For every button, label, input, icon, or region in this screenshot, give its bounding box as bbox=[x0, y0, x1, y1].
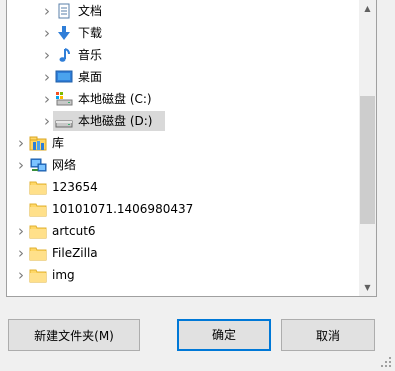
tree-item[interactable]: › 本地磁盘 (D:) bbox=[7, 110, 357, 132]
tree-item[interactable]: › img bbox=[7, 264, 357, 286]
tree-item-label: 音乐 bbox=[78, 48, 103, 62]
tree-item-label: 123654 bbox=[52, 180, 98, 194]
folder-tree[interactable]: › 文档 › 下载 › 音乐 › 桌面 › 本地磁盘 (C:) › 本地磁盘 (D:) › 库 › 网络 123… bbox=[6, 0, 377, 297]
music-icon bbox=[55, 47, 73, 63]
resize-grip-icon[interactable] bbox=[380, 356, 392, 368]
document-icon bbox=[55, 3, 73, 19]
expand-chevron-icon[interactable]: › bbox=[15, 220, 27, 242]
tree-item[interactable]: › 本地磁盘 (C:) bbox=[7, 88, 357, 110]
folder-icon bbox=[29, 201, 47, 217]
expand-chevron-icon[interactable]: › bbox=[15, 242, 27, 264]
drive-icon bbox=[55, 113, 73, 129]
expand-chevron-icon[interactable]: › bbox=[41, 110, 53, 132]
ok-button[interactable]: 确定 bbox=[177, 319, 271, 351]
tree-item[interactable]: › 文档 bbox=[7, 0, 357, 22]
download-icon bbox=[55, 25, 73, 41]
folder-icon bbox=[29, 267, 47, 283]
expand-chevron-icon[interactable]: › bbox=[15, 154, 27, 176]
tree-item-label: 本地磁盘 (D:) bbox=[78, 114, 153, 128]
network-icon bbox=[29, 157, 47, 173]
cancel-button[interactable]: 取消 bbox=[281, 319, 375, 351]
tree-item-label: 下载 bbox=[78, 26, 103, 40]
library-icon bbox=[29, 135, 47, 151]
tree-item[interactable]: › 下载 bbox=[7, 22, 357, 44]
expand-chevron-icon[interactable]: › bbox=[41, 66, 53, 88]
tree-item[interactable]: › 桌面 bbox=[7, 66, 357, 88]
folder-icon bbox=[29, 179, 47, 195]
scroll-down-arrow-icon[interactable]: ▼ bbox=[359, 279, 376, 296]
tree-item-label: 10101071.1406980437 bbox=[52, 202, 194, 216]
tree-item-label: 桌面 bbox=[78, 70, 103, 84]
expand-chevron-icon[interactable]: › bbox=[41, 0, 53, 22]
tree-item-label: 库 bbox=[52, 136, 65, 150]
expand-chevron-icon[interactable]: › bbox=[15, 264, 27, 286]
new-folder-button[interactable]: 新建文件夹(M) bbox=[8, 319, 140, 351]
tree-item-label: 网络 bbox=[52, 158, 77, 172]
scrollbar-thumb[interactable] bbox=[360, 96, 375, 224]
expand-chevron-icon[interactable]: › bbox=[41, 44, 53, 66]
tree-item-label: img bbox=[52, 268, 75, 282]
tree-item[interactable]: › 音乐 bbox=[7, 44, 357, 66]
tree-item[interactable]: › 库 bbox=[7, 132, 357, 154]
tree-item-label: 文档 bbox=[78, 4, 103, 18]
vertical-scrollbar[interactable]: ▲ ▼ bbox=[359, 0, 376, 296]
folder-icon bbox=[29, 223, 47, 239]
desktop-icon bbox=[55, 69, 73, 85]
tree-item[interactable]: › FileZilla bbox=[7, 242, 357, 264]
tree-item[interactable]: 123654 bbox=[7, 176, 357, 198]
scroll-up-arrow-icon[interactable]: ▲ bbox=[359, 0, 376, 17]
tree-item-label: 本地磁盘 (C:) bbox=[78, 92, 152, 106]
tree-item[interactable]: › artcut6 bbox=[7, 220, 357, 242]
expand-chevron-icon[interactable]: › bbox=[41, 22, 53, 44]
folder-icon bbox=[29, 245, 47, 261]
tree-item-label: artcut6 bbox=[52, 224, 96, 238]
tree-item-label: FileZilla bbox=[52, 246, 98, 260]
expand-chevron-icon[interactable]: › bbox=[41, 88, 53, 110]
tree-item[interactable]: 10101071.1406980437 bbox=[7, 198, 357, 220]
expand-chevron-icon[interactable]: › bbox=[15, 132, 27, 154]
tree-item[interactable]: › 网络 bbox=[7, 154, 357, 176]
system-drive-icon bbox=[55, 91, 73, 107]
